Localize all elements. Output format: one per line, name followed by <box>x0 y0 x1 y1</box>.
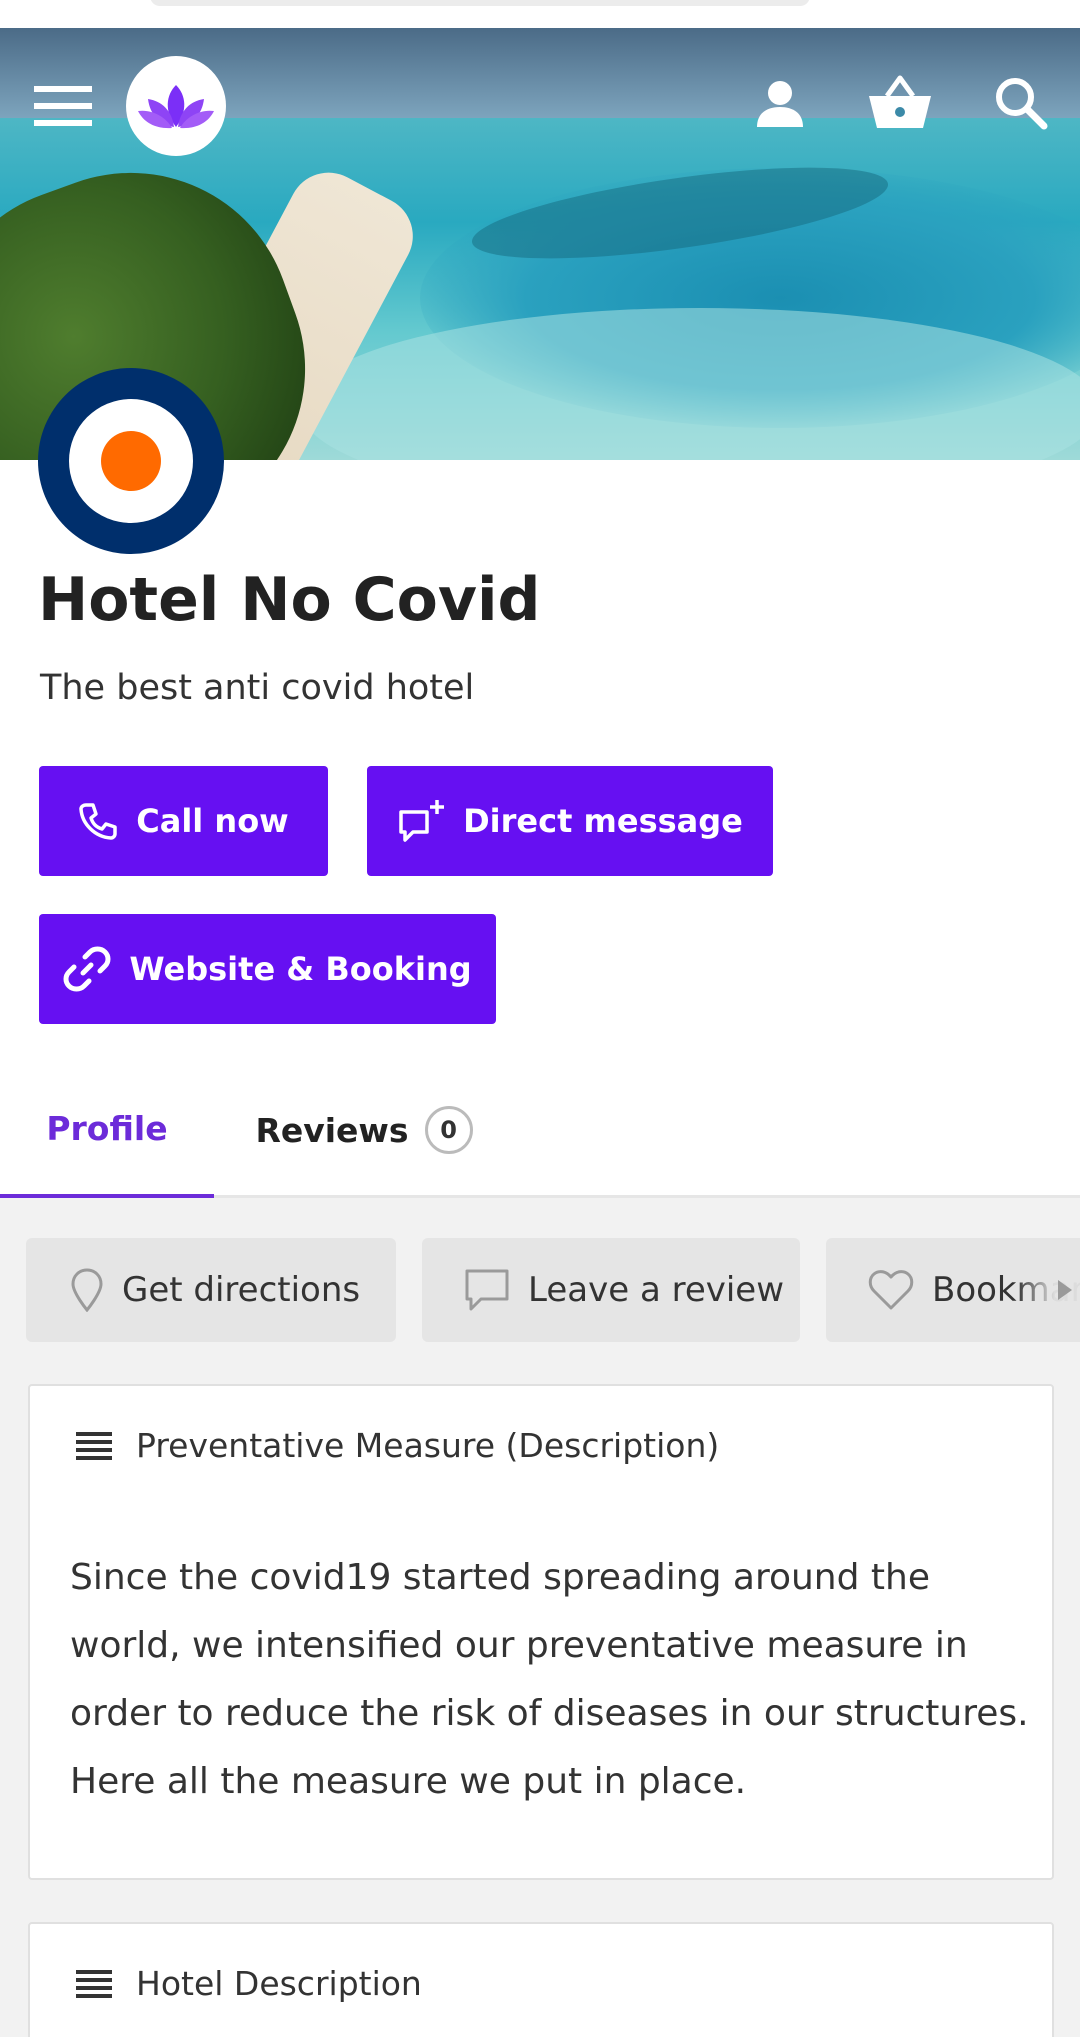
direct-message-label: Direct message <box>463 802 743 840</box>
section-card-hotel-description: Hotel Description <box>28 1922 1054 2037</box>
section-title-preventative: Preventative Measure (Description) <box>136 1426 720 1465</box>
profile-content: Get directions Leave a review Bookmark P… <box>0 1198 1080 2037</box>
site-logo[interactable] <box>126 56 226 156</box>
text-lines-icon <box>76 1968 112 2000</box>
lotus-logo <box>138 85 214 129</box>
search-icon <box>996 78 1048 130</box>
reviews-count-badge: 0 <box>424 1106 473 1154</box>
leave-review-button[interactable]: Leave a review <box>422 1238 800 1342</box>
leave-review-label: Leave a review <box>528 1270 785 1310</box>
scroll-right-arrow[interactable] <box>1016 1238 1080 1342</box>
basket-icon <box>869 75 931 128</box>
heart-icon <box>868 1270 914 1310</box>
phone-icon <box>78 801 118 841</box>
menu-icon <box>34 86 92 126</box>
add-message-icon <box>397 798 445 844</box>
section-title-hotel-description: Hotel Description <box>136 1964 422 2003</box>
avatar-dot <box>101 431 161 491</box>
section-card-preventative: Preventative Measure (Description) Since… <box>28 1384 1054 1880</box>
comment-icon <box>464 1268 510 1312</box>
address-bar-remnant <box>150 0 810 6</box>
tab-profile-label: Profile <box>46 1108 168 1148</box>
section-heading-hotel-description: Hotel Description <box>76 1964 422 2003</box>
tab-reviews[interactable]: Reviews 0 <box>214 1062 514 1198</box>
map-pin-icon <box>70 1268 104 1312</box>
call-now-button[interactable]: Call now <box>39 766 328 876</box>
listing-avatar <box>38 368 224 554</box>
call-now-label: Call now <box>136 802 289 840</box>
listing-title: Hotel No Covid <box>38 565 541 635</box>
listing-tagline: The best anti covid hotel <box>40 668 475 708</box>
text-lines-icon <box>76 1430 112 1462</box>
get-directions-label: Get directions <box>122 1270 361 1310</box>
tab-profile[interactable]: Profile <box>0 1062 214 1199</box>
search-button[interactable] <box>990 72 1052 134</box>
account-button[interactable] <box>750 74 810 134</box>
avatar-ring <box>69 399 193 523</box>
section-heading-preventative: Preventative Measure (Description) <box>76 1426 719 1465</box>
cart-button[interactable] <box>864 70 936 136</box>
tab-reviews-label: Reviews <box>255 1110 409 1150</box>
top-strip <box>0 0 1080 28</box>
link-icon <box>63 945 111 993</box>
chevron-right-icon <box>1058 1280 1072 1300</box>
website-booking-label: Website & Booking <box>129 950 472 988</box>
get-directions-button[interactable]: Get directions <box>26 1238 396 1342</box>
user-icon <box>757 81 803 127</box>
section-body-preventative: Since the covid19 started spreading arou… <box>70 1557 1029 1802</box>
website-booking-button[interactable]: Website & Booking <box>39 914 496 1024</box>
listing-tabs: Profile Reviews 0 <box>0 1062 1080 1199</box>
menu-button[interactable] <box>30 78 96 134</box>
direct-message-button[interactable]: Direct message <box>367 766 773 876</box>
